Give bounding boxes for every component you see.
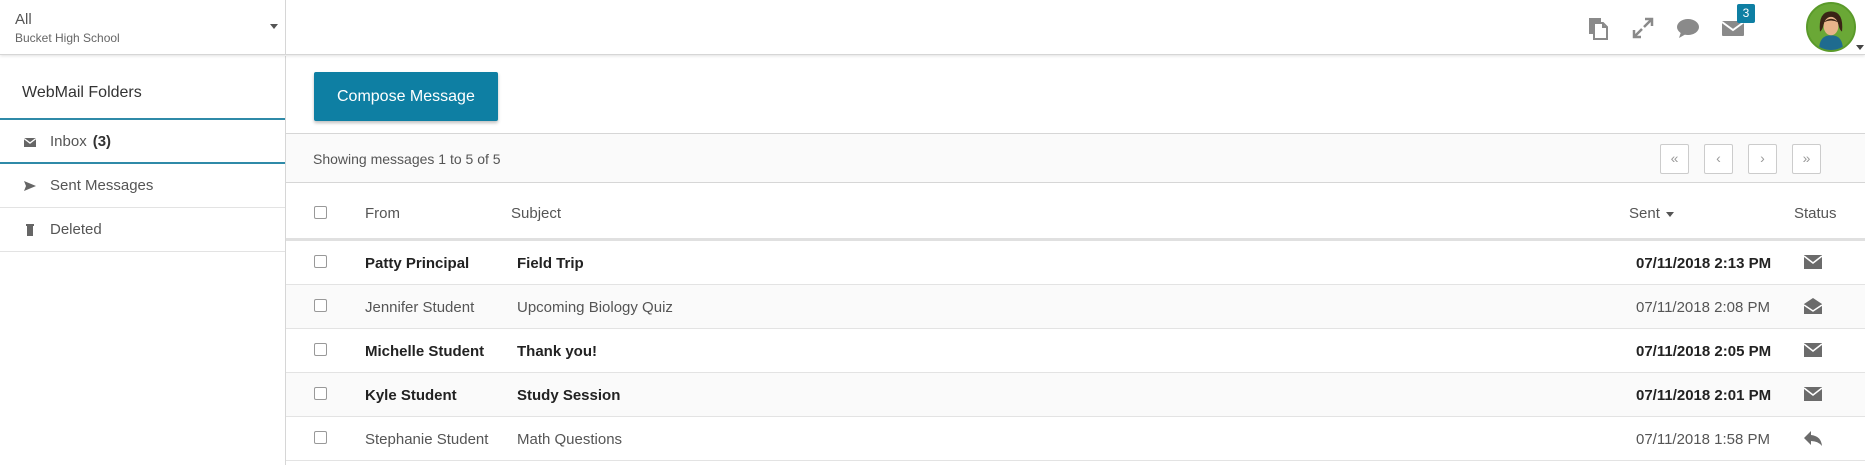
message-from: Patty Principal	[365, 255, 470, 272]
sidebar-item-deleted[interactable]: Deleted	[0, 208, 285, 252]
messages-icon[interactable]: 3	[1719, 4, 1755, 42]
sidebar: WebMail Folders Inbox (3) Sent Messages D…	[0, 56, 286, 465]
sidebar-item-label: Sent Messages	[50, 177, 154, 194]
sidebar-item-label: Deleted	[50, 221, 102, 238]
message-sent: 07/11/2018 2:08 PM	[1636, 299, 1770, 316]
column-header-from[interactable]: From	[365, 205, 400, 222]
table-row[interactable]: Stephanie Student Math Questions 07/11/2…	[286, 417, 1865, 461]
column-header-status[interactable]: Status	[1794, 205, 1837, 222]
message-sent: 07/11/2018 2:01 PM	[1636, 387, 1772, 404]
avatar[interactable]	[1806, 2, 1856, 52]
message-subject[interactable]: Math Questions	[517, 431, 622, 448]
table-row[interactable]: Michelle Student Thank you! 07/11/2018 2…	[286, 329, 1865, 373]
message-subject[interactable]: Study Session	[517, 387, 620, 404]
message-from: Michelle Student	[365, 343, 485, 360]
envelope-closed-icon	[1803, 341, 1823, 359]
chat-icon[interactable]	[1674, 14, 1702, 42]
chevron-down-icon	[270, 24, 278, 29]
envelope-closed-icon	[1803, 253, 1823, 271]
compose-bar: Compose Message	[286, 56, 1865, 134]
sort-down-icon	[1665, 211, 1674, 217]
message-sent: 07/11/2018 2:05 PM	[1636, 343, 1772, 360]
last-page-button[interactable]: »	[1792, 144, 1821, 174]
first-page-button[interactable]: «	[1660, 144, 1689, 174]
row-checkbox[interactable]	[314, 255, 327, 268]
pager-bar: Showing messages 1 to 5 of 5 « ‹ › »	[286, 134, 1865, 183]
inbox-count: (3)	[92, 133, 112, 150]
envelope-closed-icon	[1803, 385, 1823, 403]
message-from: Jennifer Student	[365, 299, 475, 316]
sidebar-title: WebMail Folders	[0, 56, 285, 120]
trash-icon	[23, 223, 37, 237]
school-selector-school: Bucket High School	[15, 31, 120, 45]
table-row[interactable]: Patty Principal Field Trip 07/11/2018 2:…	[286, 241, 1865, 285]
table-header: From Subject Sent Status	[286, 183, 1865, 241]
messages-badge: 3	[1737, 4, 1755, 23]
message-subject[interactable]: Thank you!	[517, 343, 597, 360]
row-checkbox[interactable]	[314, 387, 327, 400]
row-checkbox[interactable]	[314, 431, 327, 444]
row-checkbox[interactable]	[314, 343, 327, 356]
message-sent: 07/11/2018 1:58 PM	[1636, 431, 1770, 448]
select-all-checkbox[interactable]	[314, 206, 327, 219]
column-header-sent[interactable]: Sent	[1629, 205, 1674, 222]
top-bar: All Bucket High School 3	[0, 0, 1865, 55]
envelope-open-icon	[1803, 297, 1823, 315]
next-page-button[interactable]: ›	[1748, 144, 1777, 174]
row-checkbox[interactable]	[314, 299, 327, 312]
table-row[interactable]: Kyle Student Study Session 07/11/2018 2:…	[286, 373, 1865, 417]
sidebar-item-label: Inbox	[50, 133, 87, 150]
school-selector-value: All	[15, 11, 32, 28]
pager-summary: Showing messages 1 to 5 of 5	[313, 151, 501, 167]
compose-message-button[interactable]: Compose Message	[314, 72, 498, 121]
message-subject[interactable]: Field Trip	[517, 255, 584, 272]
school-selector[interactable]: All Bucket High School	[0, 0, 286, 55]
prev-page-button[interactable]: ‹	[1704, 144, 1733, 174]
avatar-caret-icon[interactable]	[1856, 45, 1864, 50]
user-portrait-icon	[1808, 4, 1854, 50]
message-from: Kyle Student	[365, 387, 457, 404]
message-list: Patty Principal Field Trip 07/11/2018 2:…	[286, 241, 1865, 461]
envelope-icon	[23, 135, 37, 149]
column-header-subject[interactable]: Subject	[511, 205, 561, 222]
sidebar-item-sent-messages[interactable]: Sent Messages	[0, 164, 285, 208]
main-content: Compose Message Showing messages 1 to 5 …	[286, 56, 1865, 465]
reply-icon	[1803, 429, 1823, 447]
table-row[interactable]: Jennifer Student Upcoming Biology Quiz 0…	[286, 285, 1865, 329]
message-sent: 07/11/2018 2:13 PM	[1636, 255, 1772, 272]
message-subject[interactable]: Upcoming Biology Quiz	[517, 299, 673, 316]
documents-icon[interactable]	[1584, 14, 1612, 42]
send-icon	[23, 179, 37, 193]
sidebar-item-inbox[interactable]: Inbox (3)	[0, 120, 285, 164]
message-from: Stephanie Student	[365, 431, 489, 448]
expand-icon[interactable]	[1629, 14, 1657, 42]
column-header-sent-label: Sent	[1629, 205, 1660, 222]
